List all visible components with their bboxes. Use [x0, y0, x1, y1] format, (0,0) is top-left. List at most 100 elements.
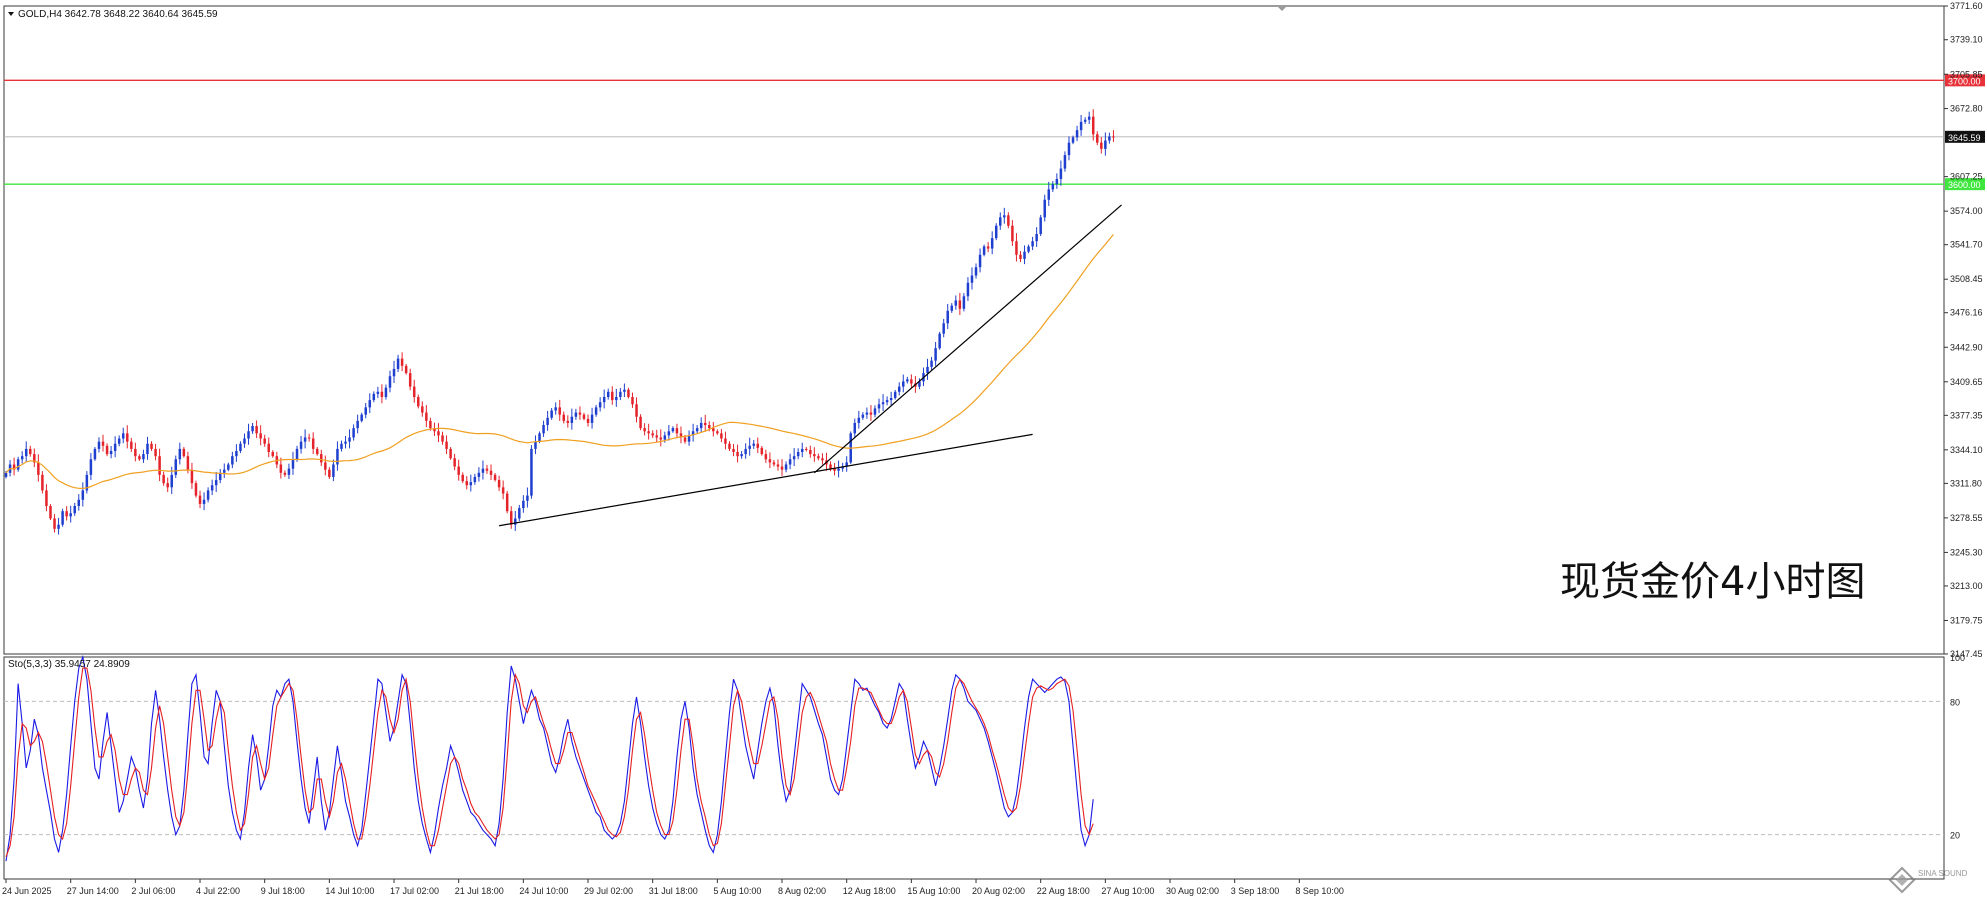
candle-body: [332, 464, 335, 477]
candle-body: [214, 480, 218, 486]
price-tick-label: 3442.90: [1950, 342, 1983, 352]
candle-body: [675, 428, 679, 434]
candle-body: [853, 422, 857, 434]
candle-body: [315, 448, 319, 455]
candle-body: [877, 404, 881, 409]
candle-body: [562, 414, 566, 421]
candle-body: [307, 437, 311, 439]
candle-body: [724, 438, 727, 444]
candle-body: [566, 420, 570, 423]
candle-body: [126, 433, 129, 442]
candle-body: [4, 472, 8, 477]
candle[interactable]: [449, 447, 452, 460]
price-tick-label: 3278.55: [1950, 513, 1983, 523]
candle-body: [703, 422, 707, 426]
oscillator-header: Sto(5,3,3) 35.9457 24.8909: [8, 659, 130, 670]
candle-body: [663, 435, 667, 440]
candle[interactable]: [93, 447, 97, 461]
candle-body: [344, 441, 347, 444]
candle-body: [865, 412, 869, 415]
candle-body: [227, 464, 230, 470]
candle-body: [93, 448, 97, 460]
price-tick-label: 3508.45: [1950, 274, 1983, 284]
candle-body: [352, 428, 355, 438]
candle[interactable]: [938, 331, 941, 350]
candle[interactable]: [49, 504, 52, 521]
candle-body: [776, 464, 780, 467]
candle-body: [320, 454, 323, 463]
candle-body: [740, 454, 743, 457]
candle[interactable]: [994, 223, 998, 241]
candle-body: [615, 396, 618, 401]
candle-body: [631, 396, 634, 405]
candle-body: [150, 443, 153, 449]
candle-body: [117, 438, 121, 444]
candle-body: [514, 518, 517, 525]
time-tick-label: 8 Aug 02:00: [778, 886, 826, 896]
time-tick-label: 24 Jul 10:00: [519, 886, 568, 896]
time-tick-label: 12 Aug 18:00: [843, 886, 896, 896]
candle-body: [809, 449, 812, 455]
candle-body: [1043, 199, 1046, 218]
candle-body: [77, 499, 81, 507]
candle-body: [138, 456, 141, 460]
candle-body: [792, 456, 796, 460]
candle-body: [437, 431, 440, 436]
candle[interactable]: [505, 491, 509, 514]
candle-body: [328, 469, 331, 477]
candle-body: [311, 438, 315, 449]
candle-body: [170, 474, 173, 488]
candle-body: [324, 462, 327, 470]
candle-body: [388, 376, 392, 388]
candle-body: [772, 462, 776, 465]
candle-body: [893, 391, 897, 399]
candle-body: [1031, 241, 1034, 247]
chart-canvas[interactable]: 3700.003645.593600.003771.603739.103705.…: [0, 0, 1987, 900]
hline-label-1: 3645.59: [1948, 133, 1981, 143]
candle-body: [283, 472, 287, 475]
candle-body: [146, 443, 149, 455]
candle-body: [720, 433, 723, 439]
candle-body: [1083, 119, 1087, 122]
candle-body: [821, 458, 824, 461]
candle[interactable]: [530, 445, 533, 499]
candle-body: [938, 333, 941, 349]
candle-body: [910, 379, 913, 384]
candle-body: [534, 441, 537, 449]
candle-body: [970, 275, 974, 283]
candle-body: [784, 464, 788, 470]
candle-body: [1047, 189, 1051, 200]
candle-body: [756, 443, 760, 448]
candle-body: [247, 431, 250, 439]
candle-body: [598, 402, 602, 408]
candle-body: [594, 407, 598, 415]
candle-body: [457, 466, 460, 475]
candle-body: [505, 493, 509, 512]
candle-body: [611, 391, 614, 401]
candle-body: [760, 447, 764, 455]
candle-body: [1039, 217, 1042, 234]
candle-body: [982, 246, 986, 255]
candle-body: [606, 391, 610, 397]
candle-body: [950, 305, 954, 311]
candle-body: [174, 459, 178, 475]
candle-body: [954, 300, 958, 306]
candle-body: [101, 441, 105, 446]
candle-body: [154, 448, 157, 457]
candle-body: [873, 408, 877, 415]
candle-body: [999, 217, 1002, 226]
candle-body: [695, 428, 699, 432]
candle-body: [356, 420, 359, 429]
price-tick-label: 3179.75: [1950, 615, 1983, 625]
candle[interactable]: [194, 480, 198, 498]
candle[interactable]: [1039, 214, 1042, 237]
candle-body: [142, 454, 145, 460]
candle-body: [942, 323, 945, 334]
candle-body: [550, 410, 553, 418]
osc-tick-label: 80: [1950, 697, 1960, 707]
candle-body: [223, 469, 226, 473]
candle-body: [837, 468, 840, 471]
candle-body: [97, 441, 101, 449]
time-tick-label: 27 Aug 10:00: [1101, 886, 1154, 896]
candle[interactable]: [61, 508, 64, 527]
